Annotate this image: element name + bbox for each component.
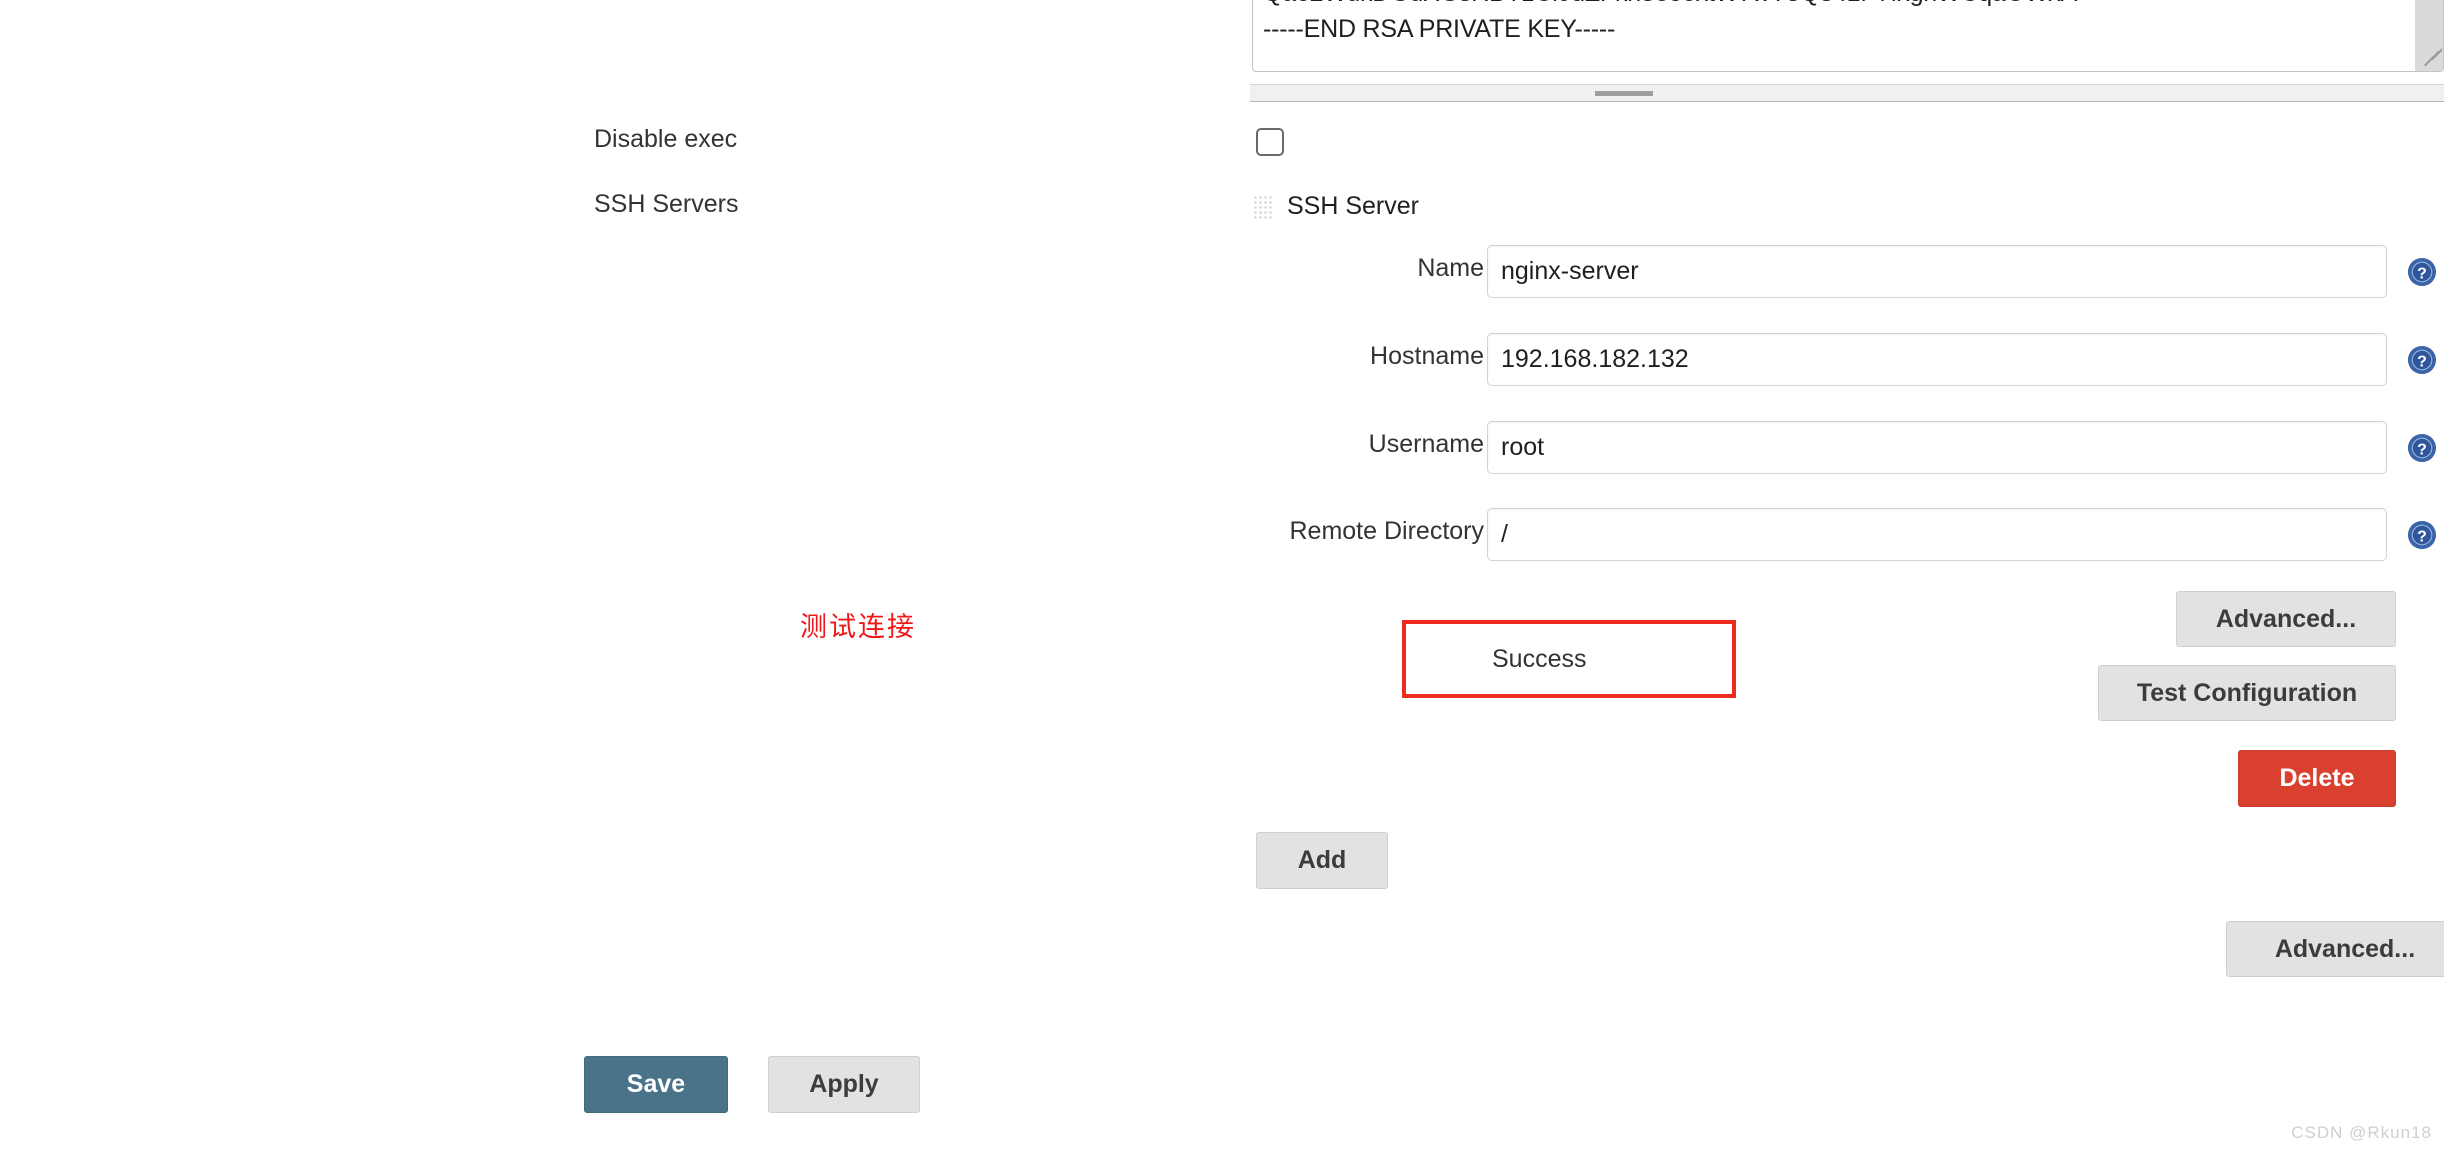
add-server-button[interactable]: Add <box>1256 832 1388 889</box>
help-question-icon[interactable]: ? <box>2407 520 2437 550</box>
label-remote-directory: Remote Directory <box>1289 517 1485 545</box>
private-key-text: Qa62WukDGuXGsRBYzCl9dZFkn8eo0xtW7wY8Q341… <box>1263 0 2106 43</box>
page-root: Qa62WukDGuXGsRBYzCl9dZFkn8eo0xtW7wY8Q341… <box>0 0 2444 1151</box>
test-configuration-button[interactable]: Test Configuration <box>2098 665 2396 721</box>
apply-button[interactable]: Apply <box>768 1056 920 1113</box>
svg-text:?: ? <box>2417 354 2427 371</box>
hostname-input[interactable] <box>1487 333 2387 386</box>
help-question-icon[interactable]: ? <box>2407 257 2437 287</box>
private-key-textarea[interactable]: Qa62WukDGuXGsRBYzCl9dZFkn8eo0xtW7wY8Q341… <box>1252 0 2444 72</box>
ssh-server-block-header: SSH Server <box>1253 192 1419 221</box>
svg-text:?: ? <box>2417 266 2427 283</box>
save-button[interactable]: Save <box>584 1056 728 1113</box>
test-result-text: Success <box>1492 644 1587 673</box>
label-hostname: Hostname <box>1370 342 1484 370</box>
disable-exec-checkbox[interactable] <box>1256 128 1284 156</box>
drag-handle-icon[interactable] <box>1253 194 1273 219</box>
field-row-name: Name ? <box>1417 245 2444 298</box>
advanced-server-button[interactable]: Advanced... <box>2176 591 2396 647</box>
svg-text:?: ? <box>2417 442 2427 459</box>
textarea-resize-grip-icon[interactable] <box>2420 48 2442 70</box>
annotation-test-connection: 测试连接 <box>800 612 916 643</box>
username-input[interactable] <box>1487 421 2387 474</box>
field-row-remote-directory: Remote Directory ? <box>1290 508 2444 561</box>
horizontal-scrollbar-thumb[interactable] <box>1595 89 1653 98</box>
label-username: Username <box>1368 430 1484 458</box>
svg-text:?: ? <box>2417 529 2427 546</box>
delete-button[interactable]: Delete <box>2238 750 2396 807</box>
help-question-icon[interactable]: ? <box>2407 433 2437 463</box>
advanced-global-button[interactable]: Advanced... <box>2226 921 2444 977</box>
watermark: CSDN @Rkun18 <box>2291 1123 2432 1142</box>
name-input[interactable] <box>1487 245 2387 298</box>
help-question-icon[interactable]: ? <box>2407 345 2437 375</box>
field-row-hostname: Hostname ? <box>1370 333 2444 386</box>
remote-directory-input[interactable] <box>1487 508 2387 561</box>
label-name: Name <box>1417 254 1484 282</box>
horizontal-scrollbar[interactable] <box>1250 84 2444 102</box>
label-ssh-servers: SSH Servers <box>594 190 739 218</box>
test-result-box: Success <box>1402 620 1736 698</box>
label-disable-exec: Disable exec <box>594 125 738 153</box>
ssh-server-title: SSH Server <box>1287 192 1419 220</box>
field-row-username: Username ? <box>1369 421 2444 474</box>
